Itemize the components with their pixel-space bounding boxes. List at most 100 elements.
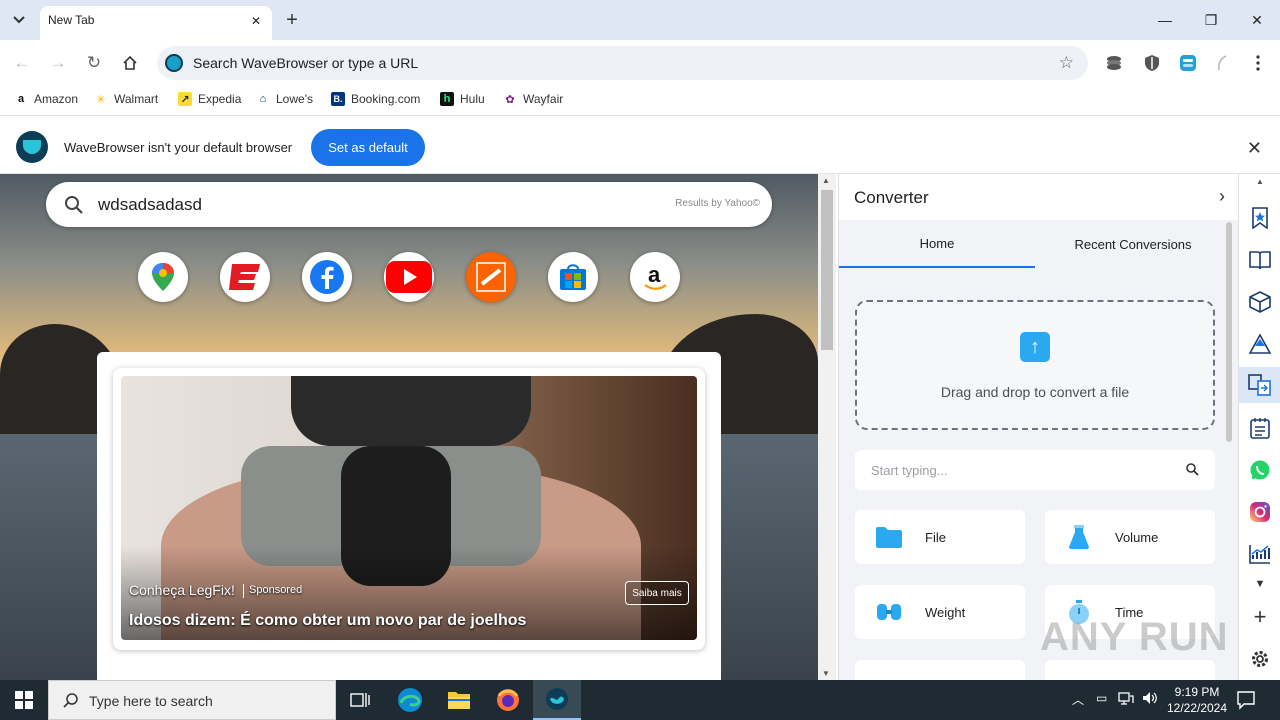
bookmark-walmart[interactable]: ✳ Walmart [94, 92, 158, 106]
shortcut-amazon[interactable]: a [630, 252, 680, 302]
search-provider-label: Results by Yahoo© [675, 198, 760, 209]
svg-text:a: a [648, 262, 661, 287]
forward-button[interactable]: → [46, 51, 70, 75]
address-bar[interactable]: Search WaveBrowser or type a URL ☆ [157, 46, 1088, 80]
add-panel-icon[interactable]: + [1239, 599, 1280, 635]
close-infobar-icon[interactable]: ✕ [1247, 138, 1262, 159]
shortcut-youtube[interactable] [384, 252, 434, 302]
tab-new-tab[interactable]: New Tab ✕ [40, 6, 272, 40]
bookmark-expedia[interactable]: ↗ Expedia [178, 92, 241, 106]
scroll-up-arrow-icon[interactable]: ▲ [822, 176, 830, 185]
bookmark-star-icon[interactable]: ☆ [1059, 53, 1074, 73]
scrollbar-thumb[interactable] [821, 190, 833, 350]
taskbar-file-explorer[interactable] [435, 680, 483, 720]
chevron-right-icon[interactable]: › [1219, 186, 1225, 207]
shortcut-home-depot[interactable] [466, 252, 516, 302]
notes-icon[interactable] [1239, 410, 1280, 446]
category-volume[interactable]: Volume [1045, 510, 1215, 564]
bookmark-star-panel-icon[interactable] [1239, 200, 1280, 236]
ad-container[interactable]: Conheça LegFix! Sponsored Idosos dizem: … [113, 368, 705, 650]
default-browser-infobar: WaveBrowser isn't your default browser S… [0, 121, 1280, 174]
youtube-icon [386, 261, 432, 293]
flight-tracker-icon[interactable] [1239, 326, 1280, 362]
converter-side-panel: Converter › Home Recent Conversions ↑ Dr… [838, 174, 1238, 680]
category-file[interactable]: File [855, 510, 1025, 564]
ad-cta-button[interactable]: Saiba mais [625, 581, 689, 605]
rail-scroll-up-icon[interactable]: ▲ [1239, 174, 1280, 188]
reading-list-icon[interactable] [1239, 242, 1280, 278]
taskbar-search-box[interactable]: Type here to search [48, 680, 336, 720]
scroll-down-arrow-icon[interactable]: ▼ [822, 669, 830, 678]
shortcut-espn[interactable] [220, 252, 270, 302]
set-as-default-button[interactable]: Set as default [311, 129, 425, 166]
tray-chevron-up-icon[interactable]: ︿ [1072, 691, 1084, 708]
instagram-icon[interactable] [1239, 494, 1280, 530]
ad-headline[interactable]: Idosos dizem: É como obter um novo par d… [129, 612, 526, 630]
extension-layers-button[interactable] [1102, 51, 1126, 75]
panel-title: Converter [854, 188, 929, 207]
bookmark-wayfair[interactable]: ✿ Wayfair [503, 92, 563, 106]
search-input[interactable]: wdsadsadasd [98, 195, 202, 215]
notification-icon[interactable] [1236, 690, 1256, 710]
tab-recent-conversions[interactable]: Recent Conversions [1035, 220, 1231, 268]
edge-icon [398, 688, 422, 712]
extension-toggle-button[interactable] [1176, 51, 1200, 75]
task-view-button[interactable] [336, 680, 384, 720]
wavebrowser-logo-icon [165, 54, 183, 72]
ad-separator [243, 584, 244, 598]
rail-more-chevron-icon[interactable]: ▼ [1239, 566, 1280, 602]
settings-gear-icon[interactable] [1239, 641, 1280, 677]
bookmark-amazon[interactable]: a Amazon [14, 92, 78, 106]
tray-volume-icon[interactable] [1142, 691, 1158, 708]
ad-image[interactable]: Conheça LegFix! Sponsored Idosos dizem: … [121, 376, 697, 640]
tray-network-adapter-icon[interactable]: ▭ [1096, 691, 1107, 705]
shortcut-microsoft-store[interactable] [548, 252, 598, 302]
package-tracker-icon[interactable] [1239, 284, 1280, 320]
new-tab-button[interactable]: + [280, 8, 304, 32]
start-button[interactable] [0, 680, 48, 720]
tab-strip: New Tab ✕ + — ❐ ✕ [0, 0, 1280, 40]
layers-icon [1107, 56, 1121, 70]
taskbar-wavebrowser[interactable] [533, 680, 581, 720]
panel-scrollbar[interactable] [1226, 220, 1234, 680]
reload-button[interactable]: ↻ [82, 51, 106, 75]
converter-search-input[interactable]: Start typing... [855, 450, 1215, 490]
toggle-extension-icon [1180, 55, 1196, 71]
back-button[interactable]: ← [10, 51, 34, 75]
extension-puzzle-button[interactable] [1210, 51, 1234, 75]
bookmark-lowes[interactable]: ⌂ Lowe's [256, 92, 313, 106]
dropzone-label: Drag and drop to convert a file [940, 384, 1130, 400]
search-box[interactable]: wdsadsadasd Results by Yahoo© [46, 182, 772, 227]
converter-panel-icon[interactable] [1239, 367, 1280, 403]
system-clock[interactable]: 9:19 PM 12/22/2024 [1162, 684, 1232, 716]
extension-shield-button[interactable] [1140, 51, 1164, 75]
taskbar-edge[interactable] [386, 680, 434, 720]
toolbar: ← → ↻ Search WaveBrowser or type a URL ☆ [0, 40, 1280, 86]
close-tab-icon[interactable]: ✕ [248, 13, 264, 29]
taskbar-firefox[interactable] [484, 680, 532, 720]
category-weight[interactable]: Weight [855, 585, 1025, 639]
windows-logo-icon [15, 691, 33, 709]
close-window-button[interactable]: ✕ [1234, 0, 1280, 40]
shortcut-google-maps[interactable] [138, 252, 188, 302]
tray-network-icon[interactable] [1118, 691, 1134, 708]
category-more[interactable] [1045, 660, 1215, 680]
bookmark-hulu[interactable]: h Hulu [440, 92, 485, 106]
restore-button[interactable]: ❐ [1188, 0, 1234, 40]
bookmark-booking[interactable]: B. Booking.com [331, 92, 420, 106]
menu-button[interactable] [1246, 51, 1270, 75]
whatsapp-icon[interactable] [1239, 452, 1280, 488]
category-more[interactable] [855, 660, 1025, 680]
tab-home[interactable]: Home [839, 220, 1035, 268]
home-button[interactable] [118, 51, 142, 75]
amazon-icon: a [644, 262, 667, 290]
more-vertical-icon [1256, 55, 1260, 71]
scrollbar-thumb[interactable] [1226, 222, 1232, 442]
shortcut-facebook[interactable] [302, 252, 352, 302]
search-icon [65, 196, 83, 214]
file-dropzone[interactable]: ↑ Drag and drop to convert a file [855, 300, 1215, 430]
page-scrollbar[interactable]: ▲ ▼ [818, 174, 836, 680]
tab-search-button[interactable] [6, 7, 32, 33]
search-placeholder: Start typing... [871, 463, 948, 478]
minimize-button[interactable]: — [1142, 0, 1188, 40]
